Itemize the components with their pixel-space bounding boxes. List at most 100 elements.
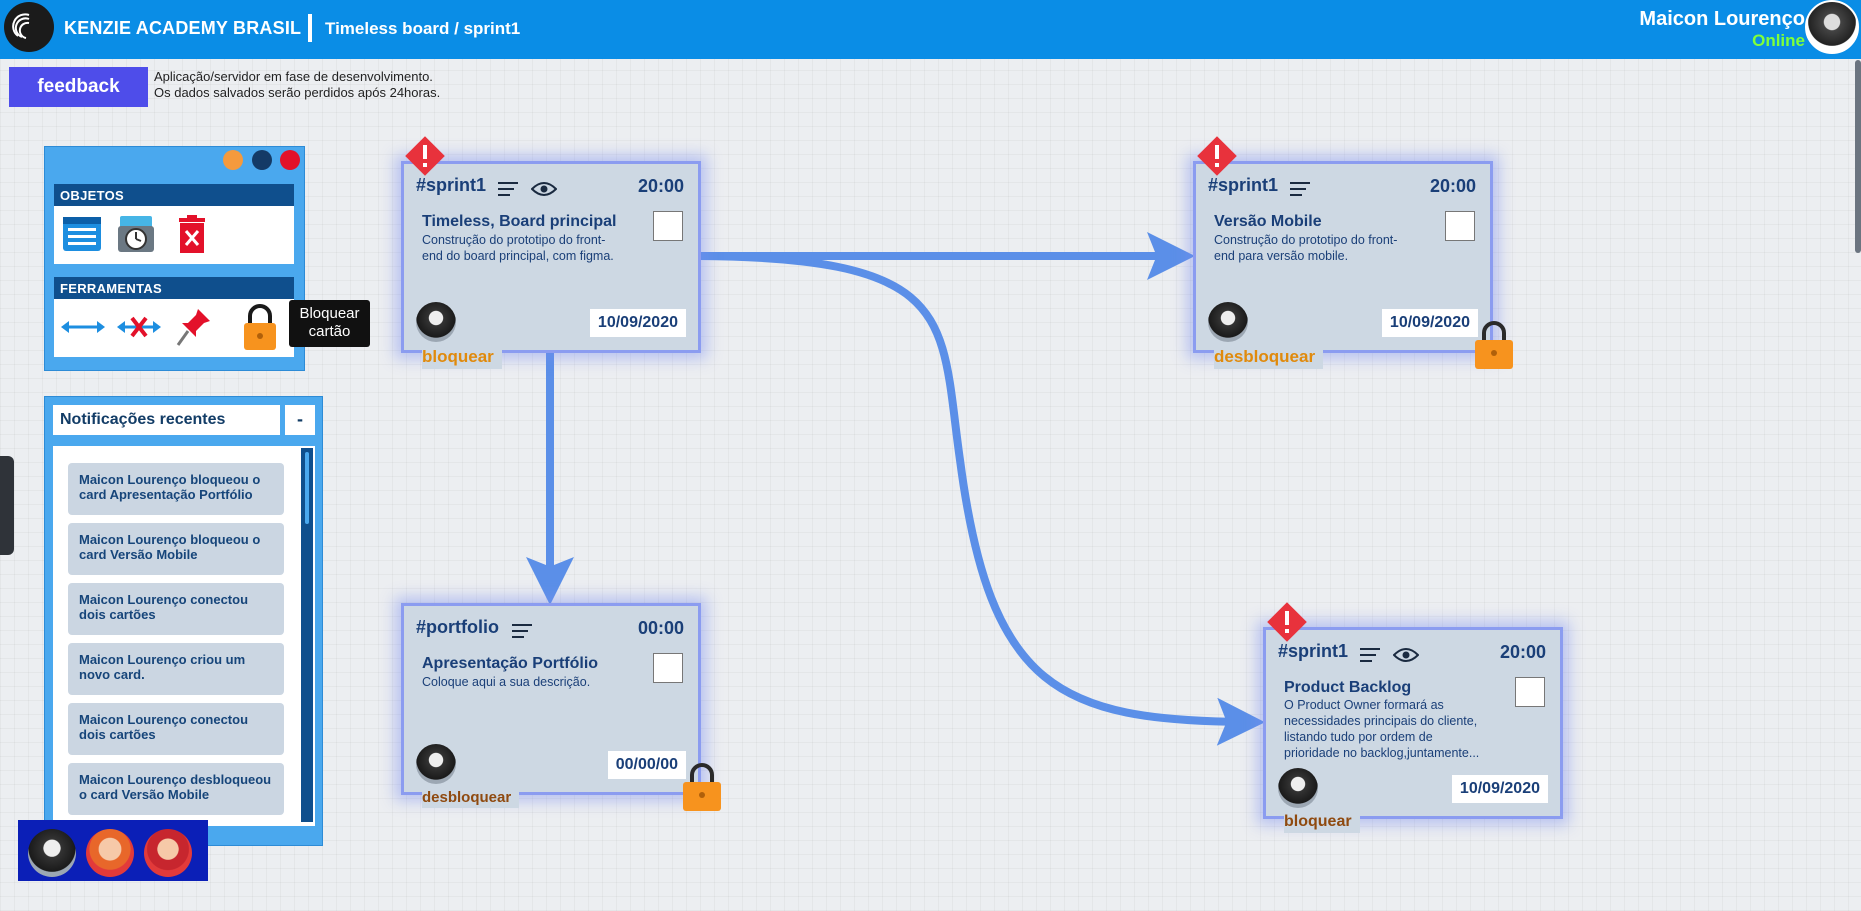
warning-icon bbox=[1265, 600, 1309, 644]
card-description-line: prioridade no backlog,juntamente... bbox=[1284, 746, 1480, 760]
window-close-icon[interactable] bbox=[280, 150, 300, 170]
brand-divider bbox=[308, 14, 312, 42]
card-checkbox[interactable] bbox=[653, 211, 683, 241]
card-description[interactable]: O Product Owner formará as necessidades … bbox=[1284, 697, 1509, 761]
card-locked-icon[interactable] bbox=[1474, 320, 1514, 369]
notifications-minimize-button[interactable]: - bbox=[285, 405, 315, 435]
description-icon[interactable] bbox=[498, 181, 518, 202]
card-timeless-board[interactable]: #sprint1 20:00 Timeless, Board principal… bbox=[401, 161, 701, 369]
card-icon[interactable] bbox=[62, 214, 102, 254]
breadcrumb[interactable]: Timeless board / sprint1 bbox=[325, 19, 520, 39]
card-owner-avatar bbox=[1208, 302, 1248, 342]
window-maximize-icon[interactable] bbox=[252, 150, 272, 170]
fingerprint-logo-icon[interactable] bbox=[4, 2, 54, 52]
notification-text: card Apresentação Portfólio bbox=[79, 487, 253, 502]
page-scrollbar[interactable] bbox=[1855, 60, 1861, 253]
card-description[interactable]: Construção do prototipo do front- end pa… bbox=[1214, 232, 1429, 264]
notification-text: dois cartões bbox=[79, 727, 156, 742]
notification-item[interactable]: Maicon Lourenço bloqueou o card Versão M… bbox=[68, 523, 284, 575]
notification-item[interactable]: Maicon Lourenço conectou dois cartões bbox=[68, 583, 284, 635]
user-name: Maicon Lourenço bbox=[1639, 8, 1805, 30]
card-description-line: Construção do prototipo do front- bbox=[422, 233, 606, 247]
notifications-scroll-thumb[interactable] bbox=[305, 452, 309, 524]
card-checkbox[interactable] bbox=[1445, 211, 1475, 241]
notification-item[interactable]: Maicon Lourenço criou um novo card. bbox=[68, 643, 284, 695]
card-date[interactable]: 10/09/2020 bbox=[1451, 775, 1548, 803]
online-user-avatar[interactable] bbox=[86, 829, 134, 877]
card-description-line: O Product Owner formará as bbox=[1284, 698, 1444, 712]
connector-to-product-backlog[interactable] bbox=[699, 252, 1265, 746]
description-icon[interactable] bbox=[1360, 647, 1380, 668]
card-lock-link[interactable]: bloquear bbox=[1284, 813, 1360, 833]
card-title[interactable]: Apresentação Portfólio bbox=[422, 655, 598, 673]
card-product-backlog[interactable]: #sprint1 20:00 Product Backlog O Product… bbox=[1263, 627, 1563, 833]
card-time: 20:00 bbox=[1499, 642, 1546, 662]
card-description[interactable]: Construção do prototipo do front- end do… bbox=[422, 232, 637, 264]
brand-name: KENZIE ACADEMY BRASIL bbox=[64, 18, 302, 38]
online-user-avatar[interactable] bbox=[28, 829, 76, 877]
delete-card-icon[interactable] bbox=[172, 214, 212, 254]
disconnect-arrow-icon[interactable] bbox=[116, 309, 162, 345]
card-date[interactable]: 00/00/00 bbox=[607, 751, 686, 779]
card-lock-link[interactable]: bloquear bbox=[422, 347, 502, 369]
card-checkbox[interactable] bbox=[653, 653, 683, 683]
notification-text: Maicon Lourenço desbloqueou bbox=[79, 772, 272, 787]
card-description-line: end para versão mobile. bbox=[1214, 249, 1349, 263]
card-unlock-link[interactable]: desbloquear bbox=[422, 789, 520, 808]
connect-arrow-icon[interactable] bbox=[60, 309, 106, 345]
top-header: KENZIE ACADEMY BRASIL Timeless board / s… bbox=[0, 0, 1861, 59]
card-title[interactable]: Versão Mobile bbox=[1214, 213, 1322, 231]
warning-icon bbox=[403, 134, 447, 178]
lock-card-tooltip: Bloquear cartão bbox=[289, 300, 370, 347]
lock-icon[interactable] bbox=[240, 303, 280, 353]
card-time: 20:00 bbox=[637, 176, 684, 196]
card-unlock-link[interactable]: desbloquear bbox=[1214, 347, 1324, 369]
description-icon[interactable] bbox=[512, 623, 532, 644]
card-tag: #portfolio bbox=[416, 617, 499, 637]
card-checkbox[interactable] bbox=[1515, 677, 1545, 707]
card-tag: #sprint1 bbox=[1278, 641, 1349, 661]
dev-notice-line: Aplicação/servidor em fase de desenvolvi… bbox=[154, 69, 433, 84]
tools-section-title: FERRAMENTAS bbox=[54, 277, 294, 299]
warning-icon bbox=[1195, 134, 1239, 178]
card-description-line: necessidades principais do cliente, bbox=[1284, 714, 1478, 728]
online-user-avatar[interactable] bbox=[144, 829, 192, 877]
card-title[interactable]: Product Backlog bbox=[1284, 679, 1411, 697]
tools-section bbox=[54, 299, 294, 357]
dev-notice-line: Os dados salvados serão perdidos após 24… bbox=[154, 85, 441, 100]
card-description[interactable]: Coloque aqui a sua descrição. bbox=[422, 674, 637, 690]
notification-text: Maicon Lourenço conectou bbox=[79, 592, 249, 607]
card-date[interactable]: 10/09/2020 bbox=[1381, 309, 1478, 337]
clock-card-icon[interactable] bbox=[116, 214, 156, 254]
card-owner-avatar bbox=[416, 744, 456, 784]
side-drawer-handle[interactable] bbox=[0, 456, 14, 555]
objects-section bbox=[54, 206, 294, 264]
pin-icon[interactable] bbox=[174, 305, 214, 349]
card-description-line: Construção do prototipo do front- bbox=[1214, 233, 1398, 247]
card-owner-avatar bbox=[1278, 768, 1318, 808]
eye-icon[interactable] bbox=[530, 181, 558, 202]
feedback-button[interactable]: feedback bbox=[9, 67, 148, 107]
card-apresentacao-portfolio[interactable]: #portfolio 00:00 Apresentação Portfólio … bbox=[401, 603, 701, 808]
card-date[interactable]: 10/09/2020 bbox=[589, 309, 686, 337]
card-versao-mobile[interactable]: #sprint1 20:00 Versão Mobile Construção … bbox=[1193, 161, 1493, 369]
notification-item[interactable]: Maicon Lourenço desbloqueou o card Versã… bbox=[68, 763, 284, 815]
card-description-line: end do board principal, com figma. bbox=[422, 249, 614, 263]
description-icon[interactable] bbox=[1290, 181, 1310, 202]
eye-icon[interactable] bbox=[1392, 647, 1420, 668]
notification-text: card Versão Mobile bbox=[79, 547, 198, 562]
card-owner-avatar bbox=[416, 302, 456, 342]
card-description-line: Coloque aqui a sua descrição. bbox=[422, 675, 591, 689]
user-avatar[interactable] bbox=[1805, 0, 1859, 54]
card-time: 00:00 bbox=[637, 618, 684, 638]
notification-text: Maicon Lourenço bloqueou o bbox=[79, 532, 261, 547]
notification-item[interactable]: Maicon Lourenço conectou dois cartões bbox=[68, 703, 284, 755]
window-minimize-icon[interactable] bbox=[223, 150, 243, 170]
notification-text: novo card. bbox=[79, 667, 145, 682]
notification-item[interactable]: Maicon Lourenço bloqueou o card Apresent… bbox=[68, 463, 284, 515]
card-locked-icon[interactable] bbox=[682, 762, 722, 811]
notifications-title: Notificações recentes bbox=[53, 405, 280, 435]
card-tag: #sprint1 bbox=[416, 175, 487, 195]
tooltip-line: cartão bbox=[308, 323, 351, 340]
card-title[interactable]: Timeless, Board principal bbox=[422, 213, 616, 231]
